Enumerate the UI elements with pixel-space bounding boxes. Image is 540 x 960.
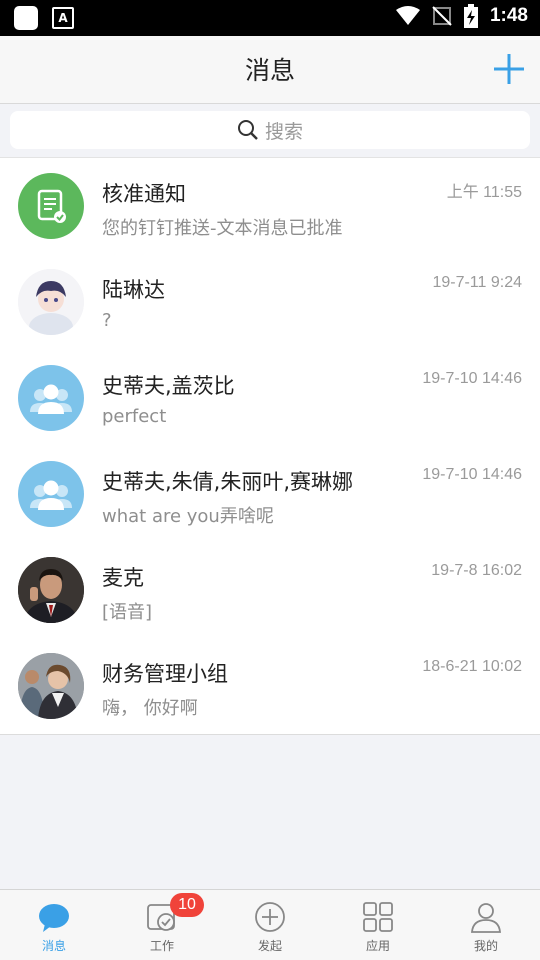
tab-label: 消息 <box>41 939 66 953</box>
tab-profile[interactable]: 我的 <box>432 890 540 960</box>
conversation-item[interactable]: 核准通知 您的钉钉推送-文本消息已批准 上午 11:55 <box>0 158 540 254</box>
bottom-tab-bar: 消息 工作 发起 应用 我的 10 <box>0 889 540 960</box>
conversation-item[interactable]: 史蒂夫,朱倩,朱丽叶,赛琳娜 what are you弄啥呢 19-7-10 1… <box>0 446 540 542</box>
add-plus-icon[interactable] <box>492 52 526 86</box>
conversation-name: 核准通知 <box>102 182 186 206</box>
conversation-name: 史蒂夫,朱倩,朱丽叶,赛琳娜 <box>102 470 354 494</box>
group-icon <box>18 461 84 527</box>
conversation-preview: 嗨， 你好啊 <box>102 698 198 719</box>
add-circle-icon <box>255 902 285 932</box>
conversation-preview: [语音] <box>102 602 153 623</box>
conversation-item[interactable]: 麦克 [语音] 19-7-8 16:02 <box>0 542 540 638</box>
battery-charging-icon <box>463 4 478 28</box>
clock: 1:48 <box>489 5 528 26</box>
work-badge: 10 <box>170 893 204 917</box>
conversation-preview: perfect <box>102 406 167 427</box>
avatar-man-suit <box>18 557 84 623</box>
apps-grid-icon <box>363 902 393 932</box>
app-header: 消息 <box>0 36 540 104</box>
signal-off-icon <box>432 6 452 26</box>
conversation-time: 19-7-8 16:02 <box>431 562 522 579</box>
tab-label: 工作 <box>149 939 174 953</box>
conversation-time: 18-6-21 10:02 <box>422 658 522 675</box>
notification-app-icon <box>14 6 38 30</box>
conversation-list: 核准通知 您的钉钉推送-文本消息已批准 上午 11:55 陆琳达 ? 19-7-… <box>0 158 540 735</box>
conversation-name: 陆琳达 <box>102 278 165 302</box>
tab-label: 应用 <box>365 939 390 953</box>
wifi-icon <box>395 6 420 25</box>
keyboard-a-icon: A <box>52 7 74 29</box>
tab-initiate[interactable]: 发起 <box>216 890 324 960</box>
conversation-preview: 您的钉钉推送-文本消息已批准 <box>102 218 343 239</box>
conversation-name: 麦克 <box>102 566 144 590</box>
conversation-preview: ? <box>102 310 112 331</box>
tab-messages[interactable]: 消息 <box>0 890 108 960</box>
tab-label: 我的 <box>473 939 498 953</box>
approval-icon <box>18 173 84 239</box>
search-area: 搜索 <box>0 104 540 158</box>
search-placeholder: 搜索 <box>264 120 303 143</box>
conversation-name: 财务管理小组 <box>102 662 228 686</box>
conversation-item[interactable]: 陆琳达 ? 19-7-11 9:24 <box>0 254 540 350</box>
conversation-time: 19-7-11 9:24 <box>432 274 522 291</box>
page-title: 消息 <box>244 56 295 85</box>
chat-bubble-icon <box>39 904 69 932</box>
tab-label: 发起 <box>257 939 282 953</box>
group-icon <box>18 365 84 431</box>
avatar-anime <box>18 269 84 335</box>
avatar-business-group <box>18 653 84 719</box>
tab-apps[interactable]: 应用 <box>324 890 432 960</box>
conversation-item[interactable]: 财务管理小组 嗨， 你好啊 18-6-21 10:02 <box>0 638 540 734</box>
conversation-time: 上午 11:55 <box>446 184 522 201</box>
search-icon <box>237 120 258 140</box>
conversation-item[interactable]: 史蒂夫,盖茨比 perfect 19-7-10 14:46 <box>0 350 540 446</box>
search-input[interactable]: 搜索 <box>10 111 530 149</box>
conversation-name: 史蒂夫,盖茨比 <box>102 374 235 398</box>
conversation-time: 19-7-10 14:46 <box>422 370 522 387</box>
conversation-preview: what are you弄啥呢 <box>102 506 274 527</box>
conversation-time: 19-7-10 14:46 <box>422 466 522 483</box>
profile-icon <box>471 903 501 933</box>
status-bar: A 1:48 <box>0 0 540 36</box>
